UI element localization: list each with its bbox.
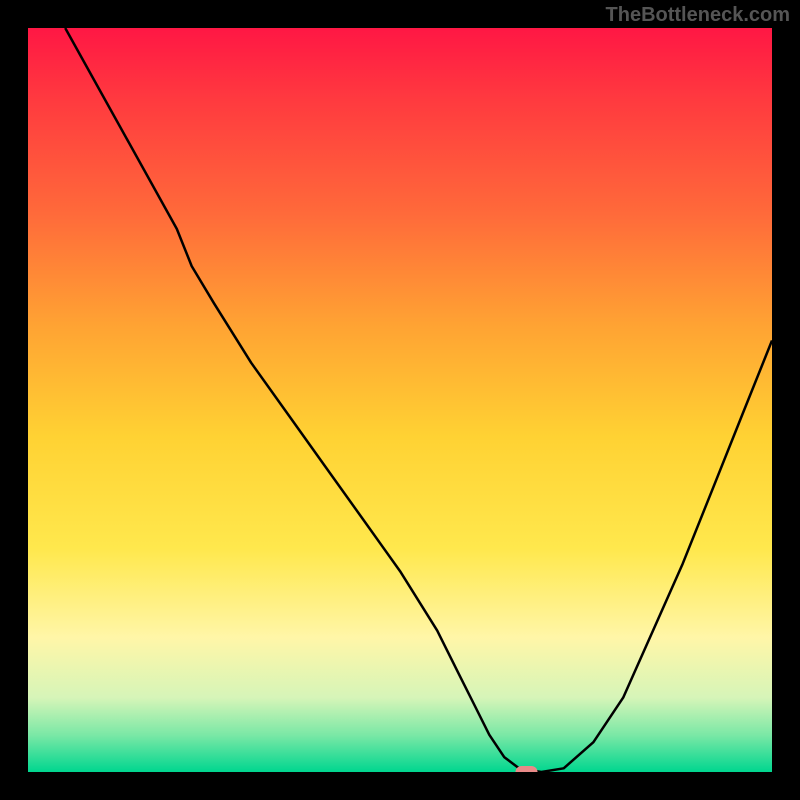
chart-container: TheBottleneck.com xyxy=(0,0,800,800)
optimal-marker xyxy=(516,766,538,772)
gradient-background xyxy=(28,28,772,772)
watermark-text: TheBottleneck.com xyxy=(606,4,790,27)
chart-svg xyxy=(28,28,772,772)
plot-area xyxy=(28,28,772,772)
